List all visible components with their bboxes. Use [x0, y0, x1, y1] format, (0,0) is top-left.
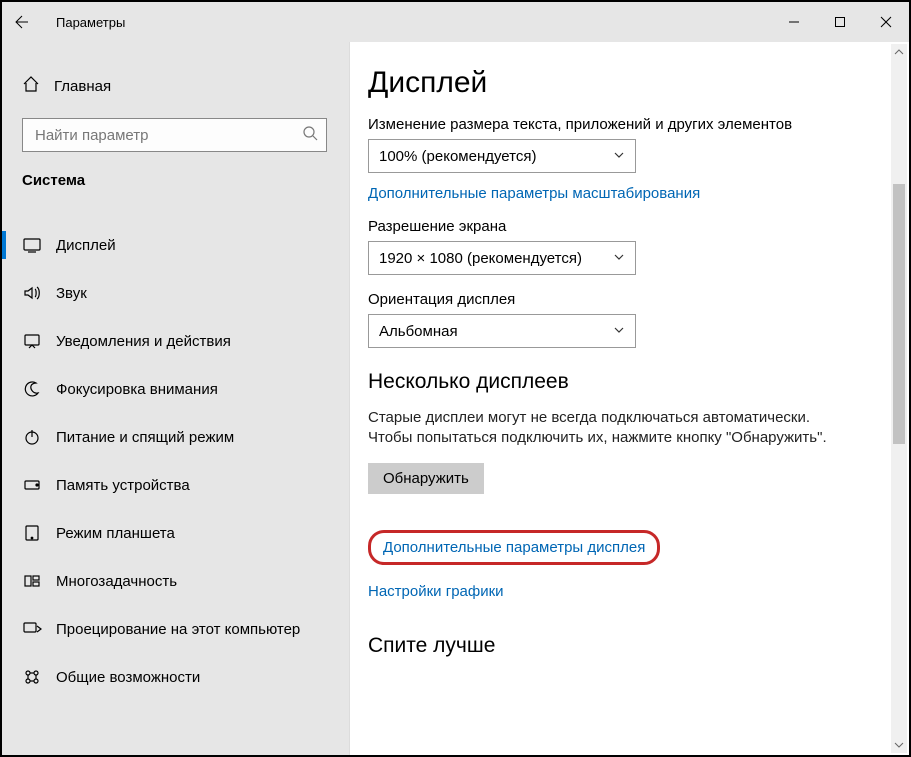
sidebar-item-label: Фокусировка внимания: [56, 381, 218, 398]
focus-icon: [22, 379, 42, 399]
home-button[interactable]: Главная: [2, 64, 349, 108]
display-icon: [22, 235, 42, 255]
chevron-down-icon: [613, 323, 625, 340]
sidebar-item-storage[interactable]: Память устройства: [2, 461, 349, 509]
scroll-up-icon[interactable]: [891, 44, 907, 60]
orientation-label: Ориентация дисплея: [368, 291, 909, 308]
projecting-icon: [22, 619, 42, 639]
titlebar: Параметры: [2, 2, 909, 42]
sidebar-item-focus[interactable]: Фокусировка внимания: [2, 365, 349, 413]
vertical-scrollbar[interactable]: [891, 44, 907, 753]
detect-button[interactable]: Обнаружить: [368, 463, 484, 494]
power-icon: [22, 427, 42, 447]
notifications-icon: [22, 331, 42, 351]
sidebar-item-power[interactable]: Питание и спящий режим: [2, 413, 349, 461]
maximize-button[interactable]: [817, 2, 863, 42]
scale-label: Изменение размера текста, приложений и д…: [368, 116, 909, 133]
sidebar-item-projecting[interactable]: Проецирование на этот компьютер: [2, 605, 349, 653]
multi-displays-title: Несколько дисплеев: [368, 370, 909, 394]
sidebar-item-sound[interactable]: Звук: [2, 269, 349, 317]
sidebar-group-title: Система: [2, 152, 349, 197]
multi-displays-help: Старые дисплеи могут не всегда подключат…: [368, 408, 828, 449]
chevron-down-icon: [613, 250, 625, 267]
resolution-value: 1920 × 1080 (рекомендуется): [379, 250, 582, 267]
sidebar-item-label: Режим планшета: [56, 525, 175, 542]
orientation-combo[interactable]: Альбомная: [368, 314, 636, 348]
sidebar: Главная Система Дисплей: [2, 42, 350, 755]
minimize-button[interactable]: [771, 2, 817, 42]
scroll-down-icon[interactable]: [891, 737, 907, 753]
sidebar-item-label: Дисплей: [56, 237, 116, 254]
search-input[interactable]: [22, 118, 327, 152]
sidebar-item-multitask[interactable]: Многозадачность: [2, 557, 349, 605]
content-pane: Дисплей Изменение размера текста, прилож…: [350, 42, 909, 755]
page-title: Дисплей: [368, 66, 909, 100]
tablet-icon: [22, 523, 42, 543]
shared-icon: [22, 667, 42, 687]
sidebar-item-label: Уведомления и действия: [56, 333, 231, 350]
home-icon: [22, 75, 40, 97]
resolution-label: Разрешение экрана: [368, 218, 909, 235]
sleep-better-title: Спите лучше: [368, 634, 909, 658]
sidebar-item-label: Многозадачность: [56, 573, 177, 590]
sidebar-item-label: Общие возможности: [56, 669, 200, 686]
multitask-icon: [22, 571, 42, 591]
sidebar-item-label: Питание и спящий режим: [56, 429, 234, 446]
orientation-value: Альбомная: [379, 323, 458, 340]
storage-icon: [22, 475, 42, 495]
resolution-combo[interactable]: 1920 × 1080 (рекомендуется): [368, 241, 636, 275]
chevron-down-icon: [613, 148, 625, 165]
sidebar-nav: Дисплей Звук Уведомления и действия: [2, 221, 349, 701]
scale-value: 100% (рекомендуется): [379, 148, 536, 165]
graphics-settings-link[interactable]: Настройки графики: [368, 583, 504, 600]
sidebar-item-label: Звук: [56, 285, 87, 302]
back-button[interactable]: [2, 2, 42, 42]
detect-button-label: Обнаружить: [383, 470, 469, 487]
window-title: Параметры: [42, 15, 125, 30]
close-button[interactable]: [863, 2, 909, 42]
sidebar-item-tablet[interactable]: Режим планшета: [2, 509, 349, 557]
advanced-scaling-link[interactable]: Дополнительные параметры масштабирования: [368, 185, 700, 202]
sidebar-item-shared[interactable]: Общие возможности: [2, 653, 349, 701]
sound-icon: [22, 283, 42, 303]
advanced-display-link[interactable]: Дополнительные параметры дисплея: [368, 530, 660, 565]
home-label: Главная: [54, 78, 111, 95]
search-icon: [302, 125, 318, 145]
sidebar-item-display[interactable]: Дисплей: [2, 221, 349, 269]
sidebar-item-label: Проецирование на этот компьютер: [56, 621, 300, 638]
sidebar-item-notifications[interactable]: Уведомления и действия: [2, 317, 349, 365]
sidebar-item-label: Память устройства: [56, 477, 190, 494]
scrollbar-thumb[interactable]: [893, 184, 905, 444]
scale-combo[interactable]: 100% (рекомендуется): [368, 139, 636, 173]
search-field[interactable]: [33, 126, 294, 145]
